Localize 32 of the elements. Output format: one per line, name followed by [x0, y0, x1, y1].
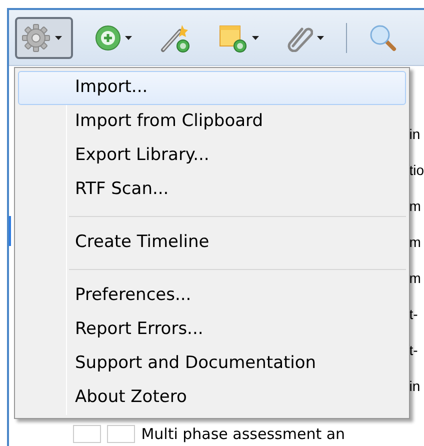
menu-item[interactable]: Report Errors...: [18, 313, 406, 347]
list-row-text: in: [409, 124, 420, 144]
list-row-text: m: [409, 268, 421, 288]
list-row-text: t-: [409, 340, 418, 360]
list-row-text: m: [409, 196, 421, 216]
caret-icon: [252, 36, 259, 40]
search-icon: [369, 24, 397, 52]
gear-icon: [21, 22, 51, 52]
note-icon: [218, 22, 248, 52]
caret-icon: [125, 36, 132, 40]
menu-item[interactable]: Create Timeline: [18, 226, 406, 260]
selection-marker: [9, 216, 12, 246]
list-row-text: Multi phase assessment an: [141, 425, 346, 443]
caret-icon: [317, 36, 324, 40]
toolbar-separator: [346, 22, 347, 52]
list-row-text: t-: [409, 304, 418, 324]
list-row-text: tio: [409, 160, 424, 180]
menu-item[interactable]: Preferences...: [18, 279, 406, 313]
wand-icon: [160, 22, 190, 52]
menu-item[interactable]: Import...: [18, 71, 406, 105]
menu-item[interactable]: Support and Documentation: [18, 347, 406, 381]
list-row-text: in: [409, 376, 420, 396]
table-cell: [107, 425, 136, 443]
plus-circle-icon: [95, 24, 121, 50]
list-row-text: m: [409, 232, 421, 252]
menu-item[interactable]: RTF Scan...: [18, 173, 406, 207]
caret-icon: [55, 36, 62, 40]
toolbar-button[interactable]: [15, 16, 73, 58]
menu-item[interactable]: About Zotero: [18, 381, 406, 415]
table-cell: [73, 425, 102, 443]
menu-item[interactable]: Export Library...: [18, 139, 406, 173]
menu-item[interactable]: Import from Clipboard: [18, 105, 406, 139]
